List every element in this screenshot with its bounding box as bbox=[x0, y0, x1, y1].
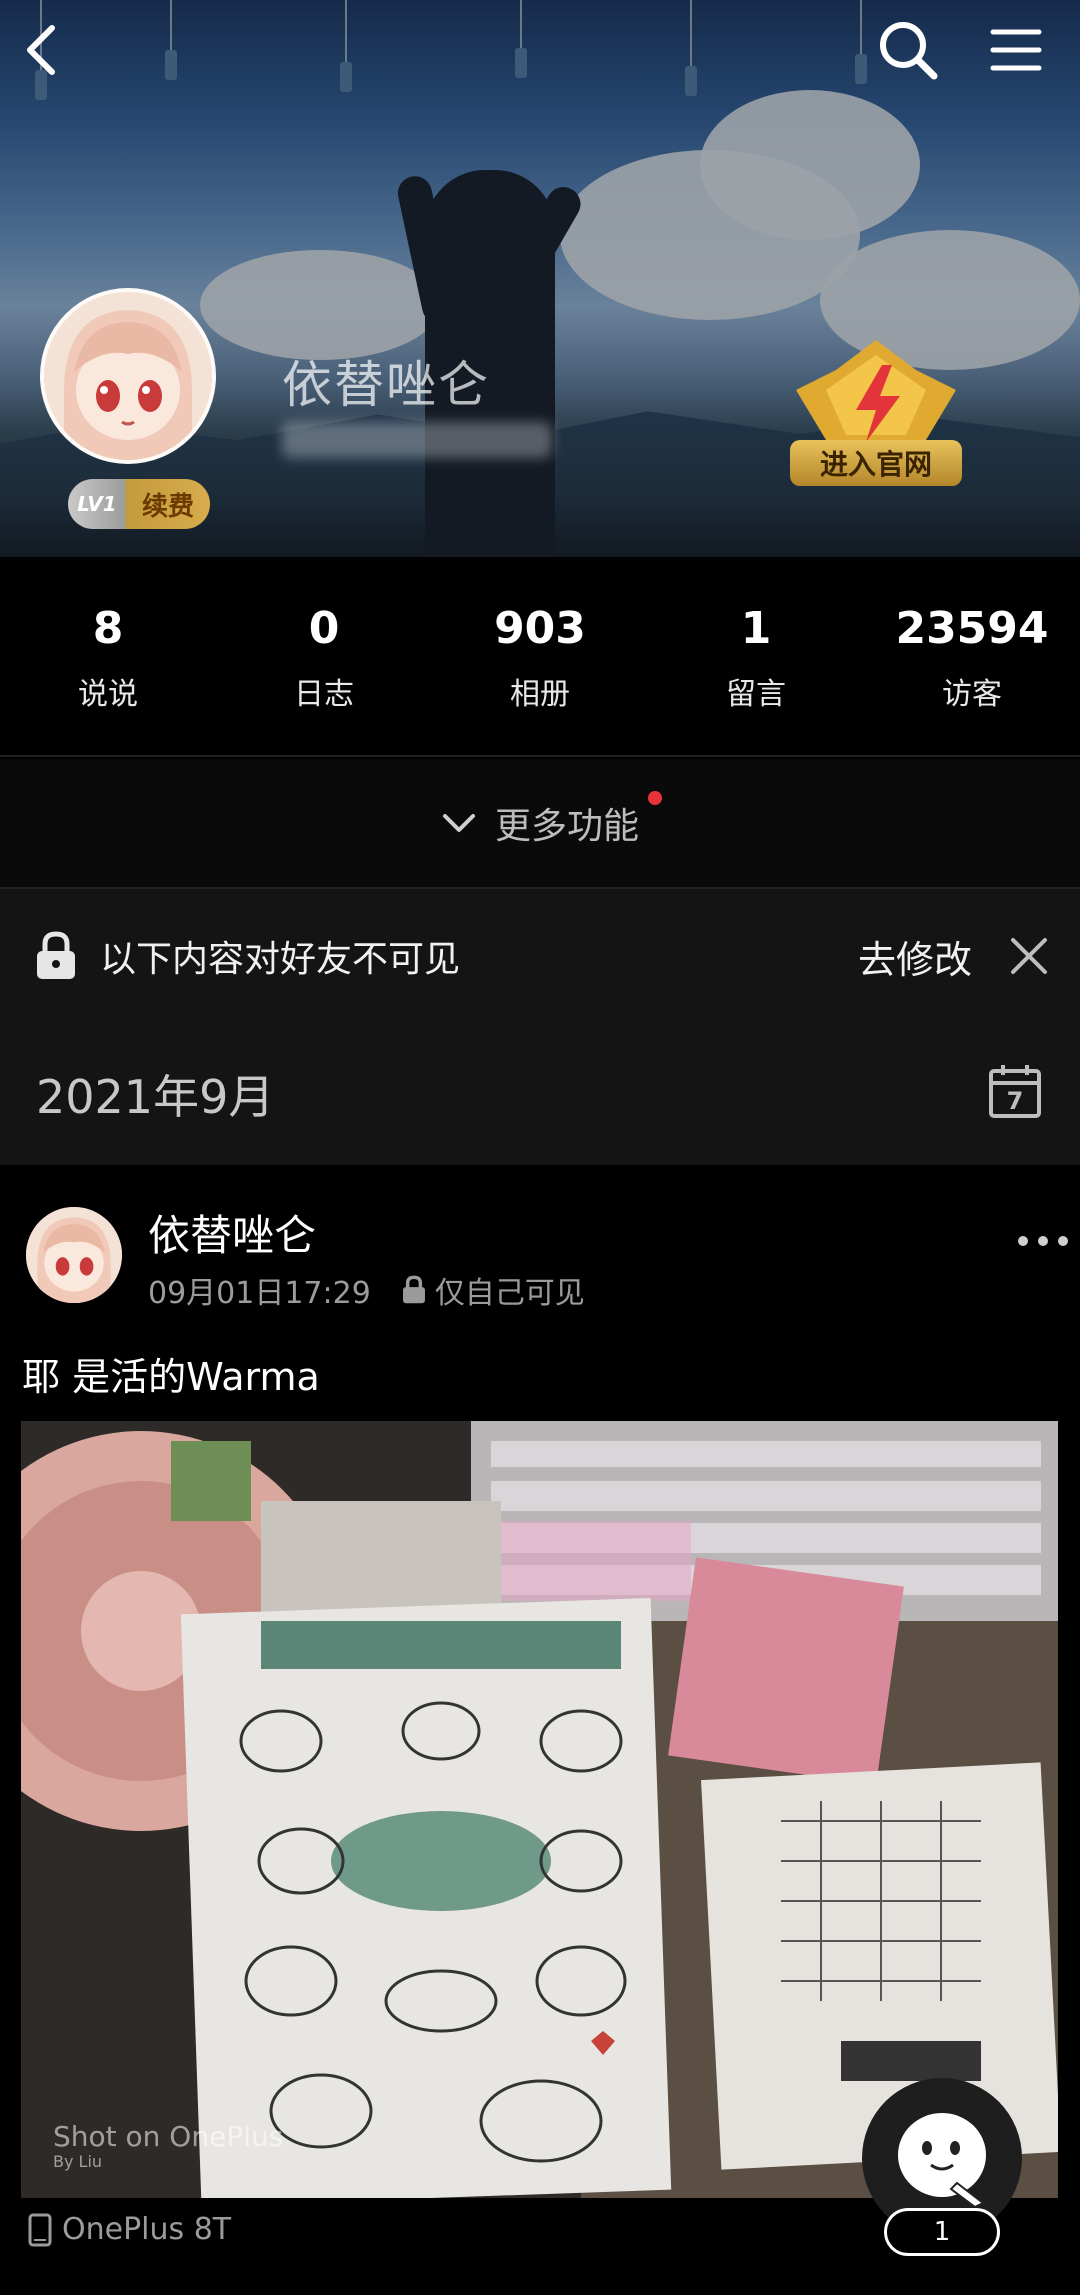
menu-button[interactable] bbox=[980, 14, 1052, 86]
profile-name: 依替唑仑 bbox=[282, 356, 490, 414]
post-photo[interactable]: Shot on OnePlus By Liu bbox=[21, 1421, 1058, 2198]
official-site-button[interactable]: 进入官网 bbox=[790, 440, 962, 486]
phone-icon bbox=[28, 2213, 52, 2246]
more-dot bbox=[1018, 1236, 1028, 1246]
profile-avatar[interactable] bbox=[40, 288, 216, 464]
more-dot bbox=[1038, 1236, 1048, 1246]
post-author-name[interactable]: 依替唑仑 bbox=[148, 1202, 316, 1263]
divider bbox=[0, 755, 1080, 757]
close-icon[interactable] bbox=[1008, 935, 1050, 977]
stat-value: 0 bbox=[308, 603, 340, 654]
back-button[interactable] bbox=[6, 14, 78, 86]
watermark-text: Shot on OnePlus bbox=[53, 2120, 284, 2153]
post-datetime: 09月01日17:29 bbox=[148, 1276, 371, 1311]
level-badge[interactable]: LV1 续费 bbox=[68, 479, 210, 529]
back-arrow-icon bbox=[27, 25, 55, 75]
menu-icon bbox=[990, 29, 1042, 71]
post-meta: 09月01日17:29 仅自己可见 bbox=[148, 1268, 585, 1312]
privacy-message: 以下内容对好友不可见 bbox=[100, 939, 461, 980]
post-text: 耶 是活的Warma bbox=[22, 1355, 320, 1399]
timeline-month-bar: 2021年9月 7 bbox=[0, 1023, 1080, 1165]
stat-moments[interactable]: 8 说说 bbox=[0, 557, 216, 757]
stat-label: 访客 bbox=[942, 677, 1002, 712]
anime-avatar-icon bbox=[26, 1207, 122, 1303]
stat-value: 23594 bbox=[895, 603, 1049, 654]
post-more-button[interactable] bbox=[1018, 1226, 1068, 1256]
watermark-subtext: By Liu bbox=[53, 2152, 103, 2172]
profile-signature-blurred bbox=[282, 422, 552, 458]
chevron-down-icon bbox=[442, 814, 475, 832]
stat-label: 说说 bbox=[78, 677, 138, 712]
more-features-label: 更多功能 bbox=[494, 806, 639, 847]
device-name: OnePlus 8T bbox=[62, 2212, 232, 2247]
notification-dot bbox=[648, 791, 662, 805]
search-icon bbox=[880, 22, 938, 80]
more-features-button[interactable]: 更多功能 bbox=[0, 759, 1080, 887]
edit-privacy-link[interactable]: 去修改 bbox=[858, 929, 972, 984]
stat-blog[interactable]: 0 日志 bbox=[216, 557, 432, 757]
stat-albums[interactable]: 903 相册 bbox=[432, 557, 648, 757]
calendar-icon[interactable]: 7 bbox=[988, 1063, 1042, 1119]
timeline-month: 2021年9月 bbox=[36, 1070, 275, 1124]
stat-value: 1 bbox=[740, 603, 772, 654]
more-dot bbox=[1058, 1236, 1068, 1246]
fab-count-badge[interactable]: 1 bbox=[884, 2208, 1000, 2256]
post-author-avatar[interactable] bbox=[26, 1207, 122, 1303]
level-label: LV1 bbox=[77, 492, 117, 516]
mascot-icon bbox=[898, 2113, 986, 2209]
stat-value: 8 bbox=[92, 603, 124, 654]
post-device: OnePlus 8T bbox=[28, 2212, 231, 2247]
photo-content bbox=[21, 1421, 1058, 2198]
privacy-notice: 以下内容对好友不可见 去修改 bbox=[0, 889, 1080, 1023]
stat-visitors[interactable]: 23594 访客 bbox=[864, 557, 1080, 757]
stat-label: 日志 bbox=[294, 677, 354, 712]
lock-icon bbox=[402, 1275, 425, 1304]
profile-stats: 8 说说 0 日志 903 相册 1 留言 23594 访客 bbox=[0, 557, 1080, 757]
renew-label: 续费 bbox=[141, 491, 194, 522]
stat-label: 留言 bbox=[726, 677, 786, 712]
stat-messages[interactable]: 1 留言 bbox=[648, 557, 864, 757]
post-visibility: 仅自己可见 bbox=[434, 1276, 585, 1311]
stat-label: 相册 bbox=[510, 677, 570, 712]
lock-icon bbox=[37, 931, 75, 979]
calendar-day: 7 bbox=[1007, 1087, 1024, 1115]
anime-avatar-icon bbox=[44, 292, 212, 460]
stat-value: 903 bbox=[494, 603, 586, 654]
photo-watermark: Shot on OnePlus By Liu bbox=[53, 2120, 284, 2172]
search-button[interactable] bbox=[872, 14, 944, 86]
